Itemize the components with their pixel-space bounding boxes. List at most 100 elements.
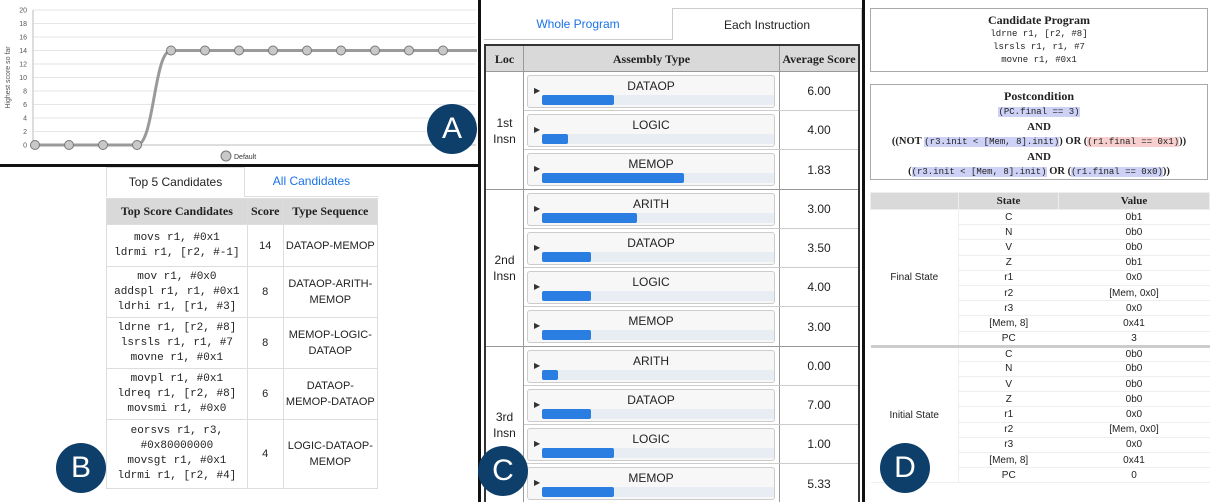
col-header-score: Score bbox=[246, 198, 284, 225]
state-name: V bbox=[958, 239, 1059, 256]
state-name: C bbox=[958, 344, 1059, 362]
table-row[interactable]: eorsvs r1, r3, #0x80000000 movsgt r1, #0… bbox=[106, 419, 379, 489]
average-score: 3.50 bbox=[807, 241, 831, 255]
assembly-type-label: DATAOP bbox=[627, 236, 675, 250]
state-value: 0b1 bbox=[1058, 255, 1210, 271]
table-row[interactable]: ldrne r1, [r2, #8] lsrsls r1, r1, #7 mov… bbox=[106, 317, 379, 369]
instruction-row: ▶ DATAOP 3.50 bbox=[524, 229, 858, 268]
series-line bbox=[35, 48, 477, 147]
state-value: 0b0 bbox=[1058, 344, 1210, 362]
candidate-code: mov r1, #0x0 addspl r1, r1, #0x1 ldrhi r… bbox=[106, 266, 248, 318]
average-score: 0.00 bbox=[807, 359, 831, 373]
initial-state-row: Initial State C 0b0 bbox=[870, 344, 1210, 484]
state-name: r3 bbox=[958, 300, 1059, 317]
data-point bbox=[302, 45, 312, 56]
tab-whole-program[interactable]: Whole Program bbox=[484, 8, 672, 40]
candidate-score: 8 bbox=[246, 266, 284, 318]
state-value: 3 bbox=[1058, 331, 1210, 347]
candidate-type-sequence: DATAOP-MEMOP bbox=[282, 224, 379, 267]
average-score: 7.00 bbox=[807, 398, 831, 412]
state-name: PC bbox=[958, 467, 1059, 484]
panel-divider-left bbox=[478, 0, 481, 502]
panel-c-badge: C bbox=[478, 446, 528, 496]
state-name: C bbox=[958, 209, 1059, 226]
score-bar-track bbox=[542, 95, 774, 105]
score-bar-track bbox=[542, 448, 774, 458]
score-bar-fill bbox=[542, 173, 684, 183]
state-value: 0b0 bbox=[1058, 239, 1210, 256]
data-point bbox=[132, 140, 142, 150]
table-row[interactable]: mov r1, #0x0 addspl r1, r1, #0x1 ldrhi r… bbox=[106, 266, 379, 318]
instruction-row: ▶ ARITH 0.00 bbox=[524, 347, 858, 386]
assembly-type-toggle[interactable]: ▶ MEMOP bbox=[527, 467, 775, 500]
candidate-code: eorsvs r1, r3, #0x80000000 movsgt r1, #0… bbox=[106, 419, 248, 489]
state-value: 0x41 bbox=[1058, 315, 1210, 332]
assembly-type-label: MEMOP bbox=[628, 157, 674, 171]
state-name: [Mem, 8] bbox=[958, 315, 1059, 332]
score-bar-fill bbox=[542, 330, 591, 340]
state-name: r1 bbox=[958, 406, 1059, 423]
score-bar-fill bbox=[542, 448, 614, 458]
assembly-type-toggle[interactable]: ▶ LOGIC bbox=[527, 114, 775, 147]
postcondition-box: Postcondition (PC.final == 3) AND ((NOT … bbox=[870, 84, 1208, 180]
y-axis-label: Highest score so far bbox=[5, 46, 12, 109]
state-name: r2 bbox=[958, 285, 1059, 302]
average-score: 3.00 bbox=[807, 319, 831, 334]
state-name: r3 bbox=[958, 437, 1059, 454]
panel-a-badge: A bbox=[427, 104, 477, 154]
data-point bbox=[98, 140, 108, 150]
y-tick-label: 14 bbox=[19, 48, 27, 55]
assembly-type-label: LOGIC bbox=[632, 118, 670, 132]
assembly-type-toggle[interactable]: ▶ MEMOP bbox=[527, 153, 775, 186]
candidate-score: 4 bbox=[246, 419, 284, 489]
state-name: [Mem, 8] bbox=[958, 452, 1059, 469]
assembly-type-label: LOGIC bbox=[632, 432, 670, 446]
instruction-group: 3rd Insn ▶ ARITH 0.00 ▶ DATAOP 7.00 ▶ LOGIC 1.00 ▶… bbox=[486, 347, 858, 502]
assembly-type-toggle[interactable]: ▶ LOGIC bbox=[527, 428, 775, 461]
assembly-type-toggle[interactable]: ▶ ARITH bbox=[527, 193, 775, 226]
loc-label: 2nd Insn bbox=[486, 190, 524, 346]
candidate-program-box: Candidate Program ldrne r1, [r2, #8] lsr… bbox=[870, 8, 1208, 72]
score-bar-track bbox=[542, 330, 774, 340]
assembly-type-toggle[interactable]: ▶ LOGIC bbox=[527, 271, 775, 304]
assembly-type-label: MEMOP bbox=[628, 471, 674, 485]
data-point bbox=[438, 45, 448, 56]
assembly-type-toggle[interactable]: ▶ DATAOP bbox=[527, 75, 775, 108]
y-tick-label: 10 bbox=[19, 75, 27, 82]
candidate-score: 6 bbox=[246, 368, 284, 420]
average-score: 3.00 bbox=[807, 202, 831, 216]
score-line-chart: 0 2 4 6 8 10 12 14 16 18 20 Highest score so far Def… bbox=[5, 8, 477, 162]
assembly-type-label: DATAOP bbox=[627, 393, 675, 407]
tab-each-instruction[interactable]: Each Instruction bbox=[672, 8, 862, 40]
col-header-state: State bbox=[958, 192, 1059, 210]
table-row[interactable]: movs r1, #0x1 ldrmi r1, [r2, #-1] 14 DATAO… bbox=[106, 224, 379, 267]
program-tabs: Whole Program Each Instruction bbox=[484, 8, 862, 40]
col-header-loc: Loc bbox=[486, 46, 524, 71]
assembly-type-toggle[interactable]: ▶ MEMOP bbox=[527, 310, 775, 343]
state-value: 0x0 bbox=[1058, 437, 1210, 454]
col-header-type-sequence: Type Sequence bbox=[282, 198, 379, 225]
col-header-average-score: Average Score bbox=[782, 52, 856, 66]
tab-top-5-candidates[interactable]: Top 5 Candidates bbox=[106, 167, 245, 197]
data-point bbox=[370, 45, 380, 56]
instruction-table: Loc Assembly Type Average Score 1st Insn… bbox=[484, 44, 860, 502]
assembly-type-toggle[interactable]: ▶ ARITH bbox=[527, 350, 775, 383]
candidate-code: movpl r1, #0x1 ldreq r1, [r2, #8] movsmi… bbox=[106, 368, 248, 420]
score-bar-track bbox=[542, 409, 774, 419]
assembly-type-toggle[interactable]: ▶ DATAOP bbox=[527, 232, 775, 265]
post-clause: (r1.final == 0x1) bbox=[1087, 137, 1180, 147]
state-name: PC bbox=[958, 331, 1059, 347]
y-tick-label: 16 bbox=[19, 35, 27, 42]
post-not: NOT bbox=[898, 136, 922, 147]
tab-all-candidates[interactable]: All Candidates bbox=[245, 167, 378, 197]
data-point bbox=[404, 45, 414, 56]
assembly-type-toggle[interactable]: ▶ DATAOP bbox=[527, 389, 775, 422]
table-row[interactable]: movpl r1, #0x1 ldreq r1, [r2, #8] movsmi… bbox=[106, 368, 379, 420]
state-value: 0b0 bbox=[1058, 224, 1210, 241]
state-value: 0 bbox=[1058, 467, 1210, 484]
instruction-row: ▶ LOGIC 4.00 bbox=[524, 268, 858, 307]
legend-marker bbox=[220, 150, 232, 162]
average-score: 5.33 bbox=[807, 476, 831, 491]
instruction-group: 1st Insn ▶ DATAOP 6.00 ▶ LOGIC 4.00 ▶ MEMOP 1.83 bbox=[486, 72, 858, 190]
data-point bbox=[336, 45, 346, 56]
